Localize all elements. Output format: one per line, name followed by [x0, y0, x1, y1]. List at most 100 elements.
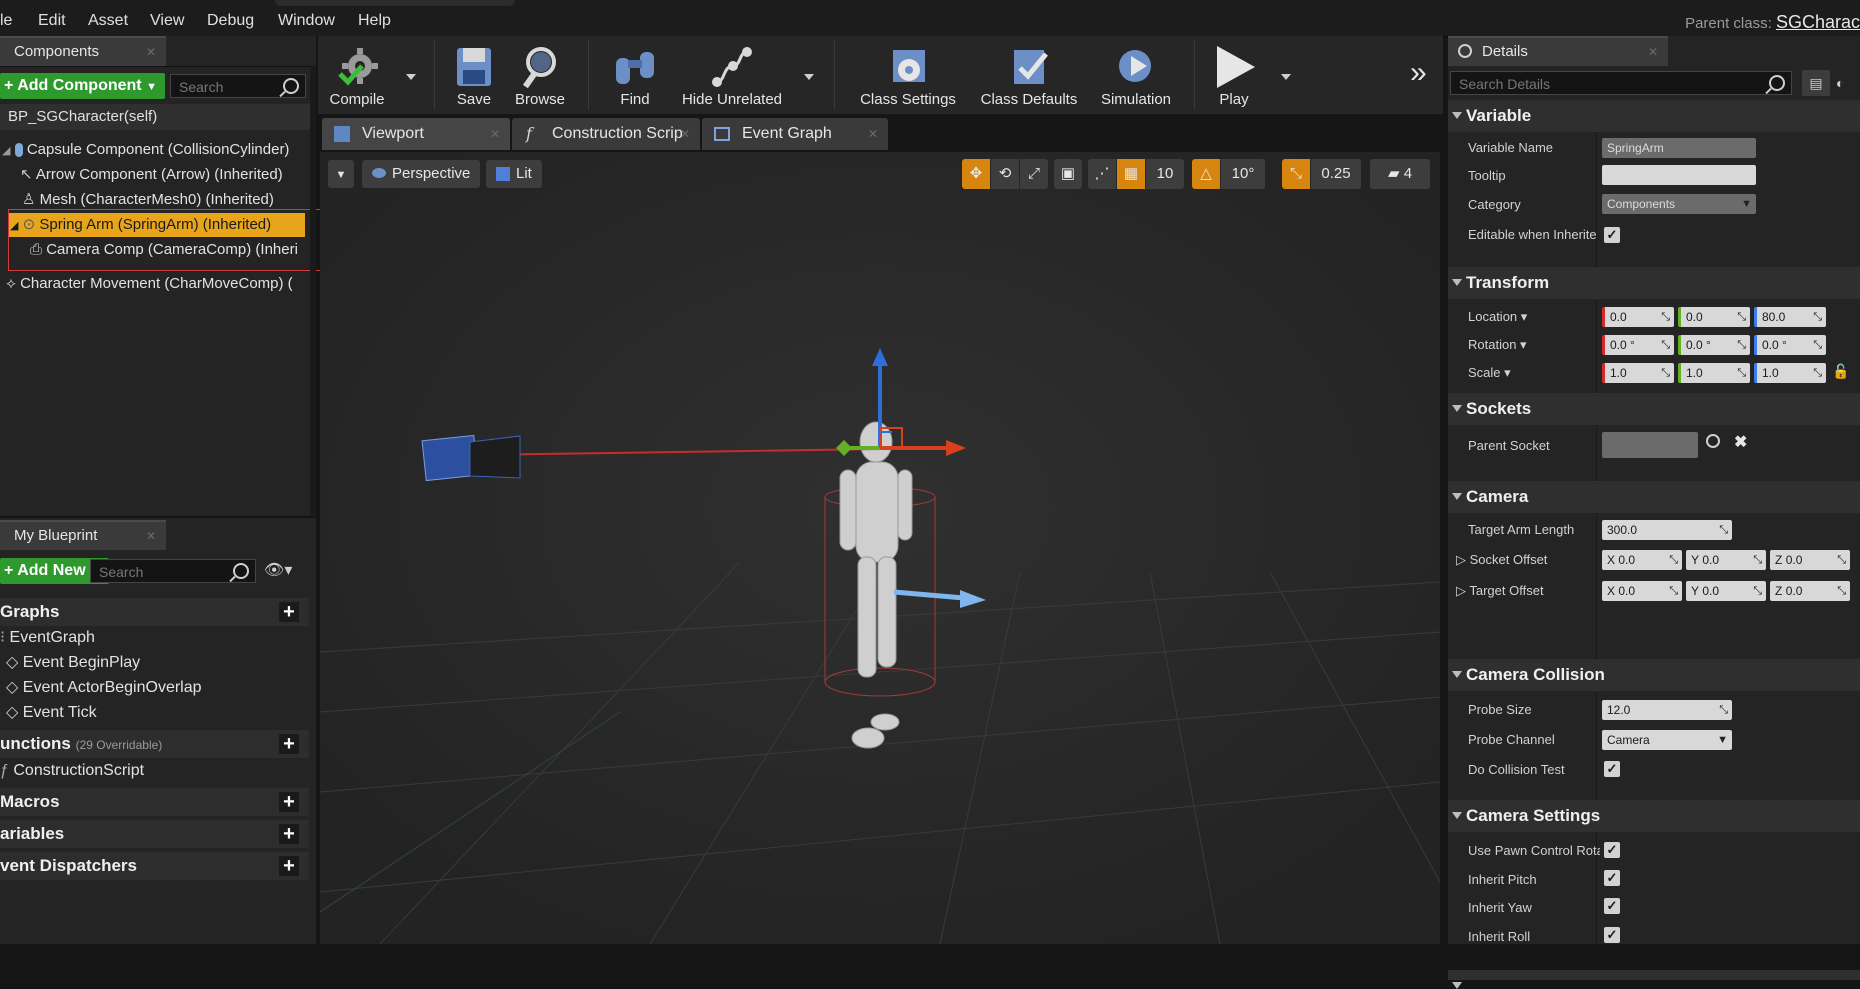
category-dropdown[interactable]: Components ▼ — [1602, 194, 1756, 214]
scale-mode-icon[interactable]: ⤢ — [1020, 159, 1048, 189]
translate-mode-icon[interactable]: ✥ — [962, 159, 990, 189]
parent-class-link[interactable]: SGCharac — [1776, 12, 1860, 32]
section-sockets[interactable]: Sockets — [1448, 393, 1860, 425]
target-offset-label[interactable]: ▷ Target Offset — [1456, 583, 1588, 599]
event-dispatchers-category[interactable]: vent Dispatchers + — [0, 852, 309, 880]
components-tab[interactable]: Components ✕ — [0, 36, 166, 66]
tree-item-character-movement[interactable]: ⟡ Character Movement (CharMoveComp) ( — [6, 272, 310, 296]
variable-name-field[interactable]: SpringArm — [1602, 138, 1756, 158]
macros-category[interactable]: Macros + — [0, 788, 309, 816]
scale-z-field[interactable]: 1.0 ⤡ — [1754, 363, 1826, 383]
rotation-z-field[interactable]: 0.0 ° ⤡ — [1754, 335, 1826, 355]
close-icon[interactable]: ✕ — [490, 118, 500, 150]
lit-button[interactable]: Lit — [486, 160, 542, 188]
compile-button[interactable]: Compile — [318, 36, 396, 114]
details-search-input[interactable]: Search Details — [1450, 71, 1792, 95]
lock-icon[interactable]: 🔓 — [1832, 363, 1849, 380]
toolbar-overflow-chevron-icon[interactable]: » — [1410, 56, 1427, 90]
tab-viewport[interactable]: Viewport ✕ — [322, 118, 510, 150]
section-variable[interactable]: Variable — [1448, 100, 1860, 132]
menu-debug[interactable]: Debug — [207, 12, 254, 30]
property-matrix-icon[interactable]: ▤ — [1802, 70, 1830, 96]
socket-offset-z-field[interactable]: Z 0.0 ⤡ — [1770, 550, 1850, 570]
graph-item-beginplay[interactable]: ◇ Event BeginPlay — [6, 651, 140, 675]
world-local-icon[interactable]: ▣ — [1054, 159, 1082, 189]
scale-snap-value[interactable]: 0.25 — [1311, 159, 1361, 189]
graphs-category[interactable]: Graphs + — [0, 598, 309, 626]
add-component-button[interactable]: + Add Component ▼ — [0, 73, 165, 99]
details-tab[interactable]: Details ✕ — [1448, 36, 1668, 66]
section-transform[interactable]: Transform — [1448, 267, 1860, 299]
section-camera-settings[interactable]: Camera Settings — [1448, 800, 1860, 832]
play-options-dropdown-icon[interactable] — [1281, 74, 1291, 80]
close-icon[interactable]: ✕ — [146, 522, 156, 550]
viewport-options-button[interactable]: ▼ — [328, 160, 354, 188]
find-button[interactable]: Find — [598, 36, 672, 114]
compile-options-dropdown-icon[interactable] — [406, 74, 416, 80]
inherit-yaw-checkbox[interactable]: ✓ — [1604, 898, 1620, 914]
eye-icon[interactable]: ◐ — [1836, 70, 1860, 96]
location-x-field[interactable]: 0.0 ⤡ — [1602, 307, 1674, 327]
menu-edit[interactable]: Edit — [38, 12, 66, 30]
rotate-mode-icon[interactable]: ⟲ — [991, 159, 1019, 189]
variables-category[interactable]: ariables + — [0, 820, 309, 848]
location-label[interactable]: Location ▾ — [1468, 309, 1600, 325]
grid-snap-value[interactable]: 10 — [1146, 159, 1184, 189]
expand-arrow-icon[interactable]: ◢ — [2, 145, 10, 157]
socket-offset-y-field[interactable]: Y 0.0 ⤡ — [1686, 550, 1766, 570]
target-offset-y-field[interactable]: Y 0.0 ⤡ — [1686, 581, 1766, 601]
scale-snap-icon[interactable]: ⤡ — [1282, 159, 1310, 189]
tree-item-arrow[interactable]: ↖ Arrow Component (Arrow) (Inherited) — [20, 163, 310, 187]
simulation-button[interactable]: Simulation — [1088, 36, 1184, 114]
rotation-label[interactable]: Rotation ▾ — [1468, 337, 1600, 353]
close-icon[interactable]: ✕ — [868, 118, 878, 150]
location-z-field[interactable]: 80.0 ⤡ — [1754, 307, 1826, 327]
perspective-button[interactable]: Perspective — [362, 160, 480, 188]
do-collision-test-checkbox[interactable]: ✓ — [1604, 761, 1620, 777]
menu-help[interactable]: Help — [358, 12, 391, 30]
parent-socket-field[interactable] — [1602, 432, 1698, 458]
tab-event-graph[interactable]: Event Graph ✕ — [702, 118, 888, 150]
browse-socket-icon[interactable] — [1706, 434, 1720, 448]
target-offset-x-field[interactable]: X 0.0 ⤡ — [1602, 581, 1682, 601]
scrollbar[interactable] — [310, 66, 316, 516]
scale-y-field[interactable]: 1.0 ⤡ — [1678, 363, 1750, 383]
menu-window[interactable]: Window — [278, 12, 335, 30]
menu-view[interactable]: View — [150, 12, 184, 30]
surface-snap-icon[interactable]: ⋰ — [1088, 159, 1116, 189]
tab-construction-script[interactable]: f Construction Scrip ✕ — [512, 118, 700, 150]
browse-button[interactable]: Browse — [508, 36, 572, 114]
scale-x-field[interactable]: 1.0 ⤡ — [1602, 363, 1674, 383]
tooltip-field[interactable] — [1602, 165, 1756, 185]
functions-category[interactable]: unctions (29 Overridable) + — [0, 730, 309, 758]
inherit-roll-checkbox[interactable]: ✓ — [1604, 927, 1620, 943]
section-camera[interactable]: Camera — [1448, 481, 1860, 513]
class-settings-button[interactable]: Class Settings — [848, 36, 968, 114]
close-icon[interactable]: ✕ — [1648, 38, 1658, 66]
close-icon[interactable]: ✕ — [680, 118, 690, 150]
socket-offset-label[interactable]: ▷ Socket Offset — [1456, 552, 1588, 568]
blueprint-search-input[interactable]: Search — [90, 559, 256, 583]
probe-size-field[interactable]: 12.0 ⤡ — [1602, 700, 1732, 720]
graph-item-tick[interactable]: ◇ Event Tick — [6, 701, 97, 725]
target-offset-z-field[interactable]: Z 0.0 ⤡ — [1770, 581, 1850, 601]
eye-icon[interactable]: 👁▾ — [264, 560, 292, 580]
save-button[interactable]: Save — [442, 36, 506, 114]
close-icon[interactable]: ✕ — [146, 38, 156, 66]
components-search-input[interactable]: Search — [170, 74, 306, 98]
add-graph-button[interactable]: + — [279, 602, 299, 622]
hide-unrelated-button[interactable]: Hide Unrelated — [672, 36, 792, 114]
camera-speed-button[interactable]: ▰ 4 — [1370, 159, 1430, 189]
tree-item-capsule[interactable]: ◢ Capsule Component (CollisionCylinder) — [0, 138, 310, 162]
clear-socket-icon[interactable]: ✖ — [1734, 432, 1747, 452]
self-row[interactable]: BP_SGCharacter(self) — [0, 104, 310, 130]
rotation-snap-value[interactable]: 10° — [1221, 159, 1265, 189]
grid-snap-icon[interactable]: ▦ — [1117, 159, 1145, 189]
rotation-snap-icon[interactable]: △ — [1192, 159, 1220, 189]
add-dispatcher-button[interactable]: + — [279, 856, 299, 876]
section-camera-collision[interactable]: Camera Collision — [1448, 659, 1860, 691]
location-y-field[interactable]: 0.0 ⤡ — [1678, 307, 1750, 327]
menu-asset[interactable]: Asset — [88, 12, 128, 30]
editable-inherited-checkbox[interactable]: ✓ — [1604, 227, 1620, 243]
use-pawn-control-rotation-checkbox[interactable]: ✓ — [1604, 842, 1620, 858]
